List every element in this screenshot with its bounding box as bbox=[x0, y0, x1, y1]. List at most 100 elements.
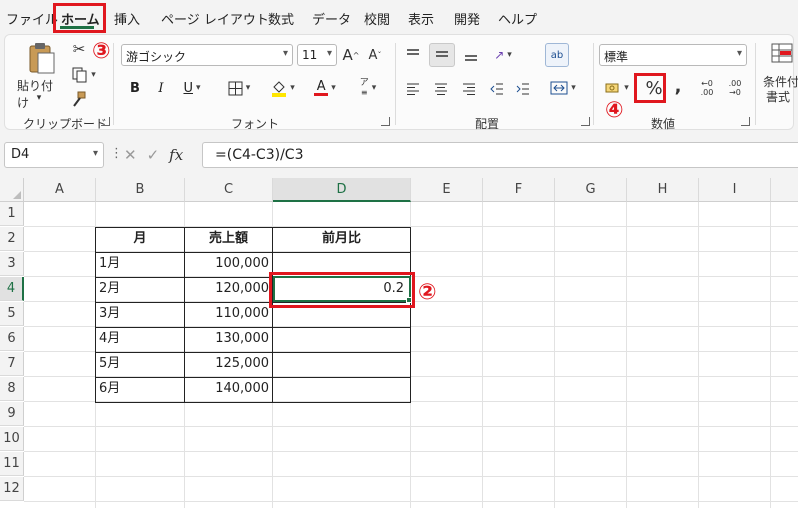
menu-data[interactable]: データ bbox=[312, 9, 351, 28]
copy-dropdown-chevron-icon[interactable]: ▾ bbox=[91, 70, 96, 80]
conditional-formatting-label-2[interactable]: 書式 bbox=[761, 88, 795, 105]
row-header-10[interactable]: 10 bbox=[0, 427, 24, 451]
alignment-launcher-icon[interactable] bbox=[581, 117, 590, 126]
accounting-format-button[interactable]: ▾ bbox=[601, 77, 633, 99]
insert-function-button[interactable]: fx bbox=[169, 146, 183, 164]
font-size-dropdown[interactable]: 11 ▾ bbox=[297, 44, 337, 66]
align-center-icon[interactable] bbox=[431, 79, 451, 99]
cell-c2[interactable]: 売上額 bbox=[185, 227, 272, 252]
menu-developer[interactable]: 開発 bbox=[454, 9, 480, 28]
column-header-c[interactable]: C bbox=[185, 178, 273, 202]
decrease-decimal-button[interactable]: .00 →0 bbox=[723, 77, 747, 99]
shrink-font-button[interactable]: Aˇ bbox=[365, 44, 385, 66]
cut-icon[interactable]: ✂ bbox=[69, 39, 89, 59]
increase-indent-icon[interactable] bbox=[513, 79, 533, 99]
gridline bbox=[24, 426, 798, 427]
menu-review[interactable]: 校閲 bbox=[364, 9, 390, 28]
column-header-g[interactable]: G bbox=[555, 178, 627, 202]
menu-page-layout[interactable]: ページ レイアウト bbox=[161, 9, 269, 28]
column-header-e[interactable]: E bbox=[411, 178, 483, 202]
column-header-h[interactable]: H bbox=[627, 178, 699, 202]
borders-button[interactable]: ▾ bbox=[219, 77, 259, 99]
cell-d8[interactable] bbox=[273, 377, 410, 402]
row-header-1[interactable]: 1 bbox=[0, 202, 24, 226]
underline-label: U bbox=[183, 80, 193, 96]
worksheet-grid[interactable]: A B C D E F G H I 1 2 3 4 5 6 7 8 9 10 1… bbox=[0, 178, 798, 508]
cell-d2[interactable]: 前月比 bbox=[273, 227, 410, 252]
italic-button[interactable]: I bbox=[153, 77, 169, 99]
row-header-11[interactable]: 11 bbox=[0, 452, 24, 476]
cell-b2[interactable]: 月 bbox=[96, 227, 184, 252]
row-header-12[interactable]: 12 bbox=[0, 477, 24, 501]
column-header-overflow[interactable] bbox=[771, 178, 798, 202]
cell-c3[interactable]: 100,000 bbox=[185, 252, 272, 277]
cell-b8[interactable]: 6月 bbox=[96, 377, 184, 402]
row-header-4[interactable]: 4 bbox=[0, 277, 24, 301]
cell-d6[interactable] bbox=[273, 327, 410, 352]
row-header-7[interactable]: 7 bbox=[0, 352, 24, 376]
paste-button[interactable] bbox=[23, 39, 59, 79]
menu-insert[interactable]: 挿入 bbox=[114, 9, 140, 28]
row-header-2[interactable]: 2 bbox=[0, 227, 24, 251]
copy-button[interactable]: ▾ bbox=[67, 65, 101, 85]
menu-help[interactable]: ヘルプ bbox=[498, 9, 537, 28]
underline-button[interactable]: U ▾ bbox=[177, 77, 207, 99]
enter-icon[interactable]: ✓ bbox=[147, 146, 160, 164]
align-right-icon[interactable] bbox=[459, 79, 479, 99]
comma-style-button[interactable]: , bbox=[669, 75, 687, 97]
font-color-button[interactable]: A ▾ bbox=[307, 77, 343, 99]
cell-b3[interactable]: 1月 bbox=[96, 252, 184, 277]
grow-font-label: A bbox=[342, 46, 353, 64]
cell-b5[interactable]: 3月 bbox=[96, 302, 184, 327]
increase-decimal-button[interactable]: ←0 .00 bbox=[695, 77, 719, 99]
wrap-text-button[interactable]: ab bbox=[545, 43, 569, 67]
separator bbox=[593, 43, 594, 125]
annotation-box-percent bbox=[634, 73, 666, 103]
cell-b4[interactable]: 2月 bbox=[96, 277, 184, 302]
cancel-icon[interactable]: ✕ bbox=[124, 146, 137, 164]
number-format-dropdown[interactable]: 標準 ▾ bbox=[599, 44, 747, 66]
grow-font-button[interactable]: A ^ bbox=[341, 44, 361, 66]
align-middle-icon[interactable] bbox=[429, 43, 455, 67]
menu-file[interactable]: ファイル bbox=[6, 9, 58, 28]
cell-c6[interactable]: 130,000 bbox=[185, 327, 272, 352]
fill-color-button[interactable]: ▾ bbox=[265, 77, 301, 99]
cell-c7[interactable]: 125,000 bbox=[185, 352, 272, 377]
column-header-f[interactable]: F bbox=[483, 178, 555, 202]
font-name-dropdown[interactable]: 游ゴシック ▾ bbox=[121, 44, 293, 66]
row-header-5[interactable]: 5 bbox=[0, 302, 24, 326]
bold-button[interactable]: B bbox=[127, 77, 143, 99]
row-header-3[interactable]: 3 bbox=[0, 252, 24, 276]
orientation-button[interactable]: ↗ ▾ bbox=[485, 44, 521, 66]
cell-b7[interactable]: 5月 bbox=[96, 352, 184, 377]
cell-d7[interactable] bbox=[273, 352, 410, 377]
clipboard-launcher-icon[interactable] bbox=[101, 117, 110, 126]
number-launcher-icon[interactable] bbox=[741, 117, 750, 126]
column-header-a[interactable]: A bbox=[24, 178, 96, 202]
decrease-indent-icon[interactable] bbox=[487, 79, 507, 99]
row-header-8[interactable]: 8 bbox=[0, 377, 24, 401]
merge-center-button[interactable]: ▾ bbox=[543, 77, 583, 99]
select-all-button[interactable] bbox=[0, 178, 24, 202]
row-header-6[interactable]: 6 bbox=[0, 327, 24, 351]
font-launcher-icon[interactable] bbox=[381, 117, 390, 126]
format-painter-icon[interactable] bbox=[69, 89, 89, 109]
cell-c4[interactable]: 120,000 bbox=[185, 277, 272, 302]
cell-c8[interactable]: 140,000 bbox=[185, 377, 272, 402]
formula-input[interactable]: =(C4-C3)/C3 bbox=[202, 142, 798, 168]
menu-view[interactable]: 表示 bbox=[408, 9, 434, 28]
cell-c5[interactable]: 110,000 bbox=[185, 302, 272, 327]
menu-formulas[interactable]: 数式 bbox=[268, 9, 294, 28]
column-header-b[interactable]: B bbox=[96, 178, 185, 202]
align-top-icon[interactable] bbox=[403, 45, 423, 65]
name-box[interactable]: D4 ▾ bbox=[4, 142, 104, 168]
row-header-9[interactable]: 9 bbox=[0, 402, 24, 426]
column-header-d[interactable]: D bbox=[273, 178, 411, 202]
paste-dropdown-chevron-icon[interactable]: ▾ bbox=[29, 93, 49, 103]
cell-b6[interactable]: 4月 bbox=[96, 327, 184, 352]
phonetic-button[interactable]: ア ≡ ▾ bbox=[351, 77, 385, 99]
align-left-icon[interactable] bbox=[403, 79, 423, 99]
align-bottom-icon[interactable] bbox=[461, 45, 481, 65]
column-header-i[interactable]: I bbox=[699, 178, 771, 202]
conditional-formatting-icon[interactable] bbox=[769, 41, 795, 65]
